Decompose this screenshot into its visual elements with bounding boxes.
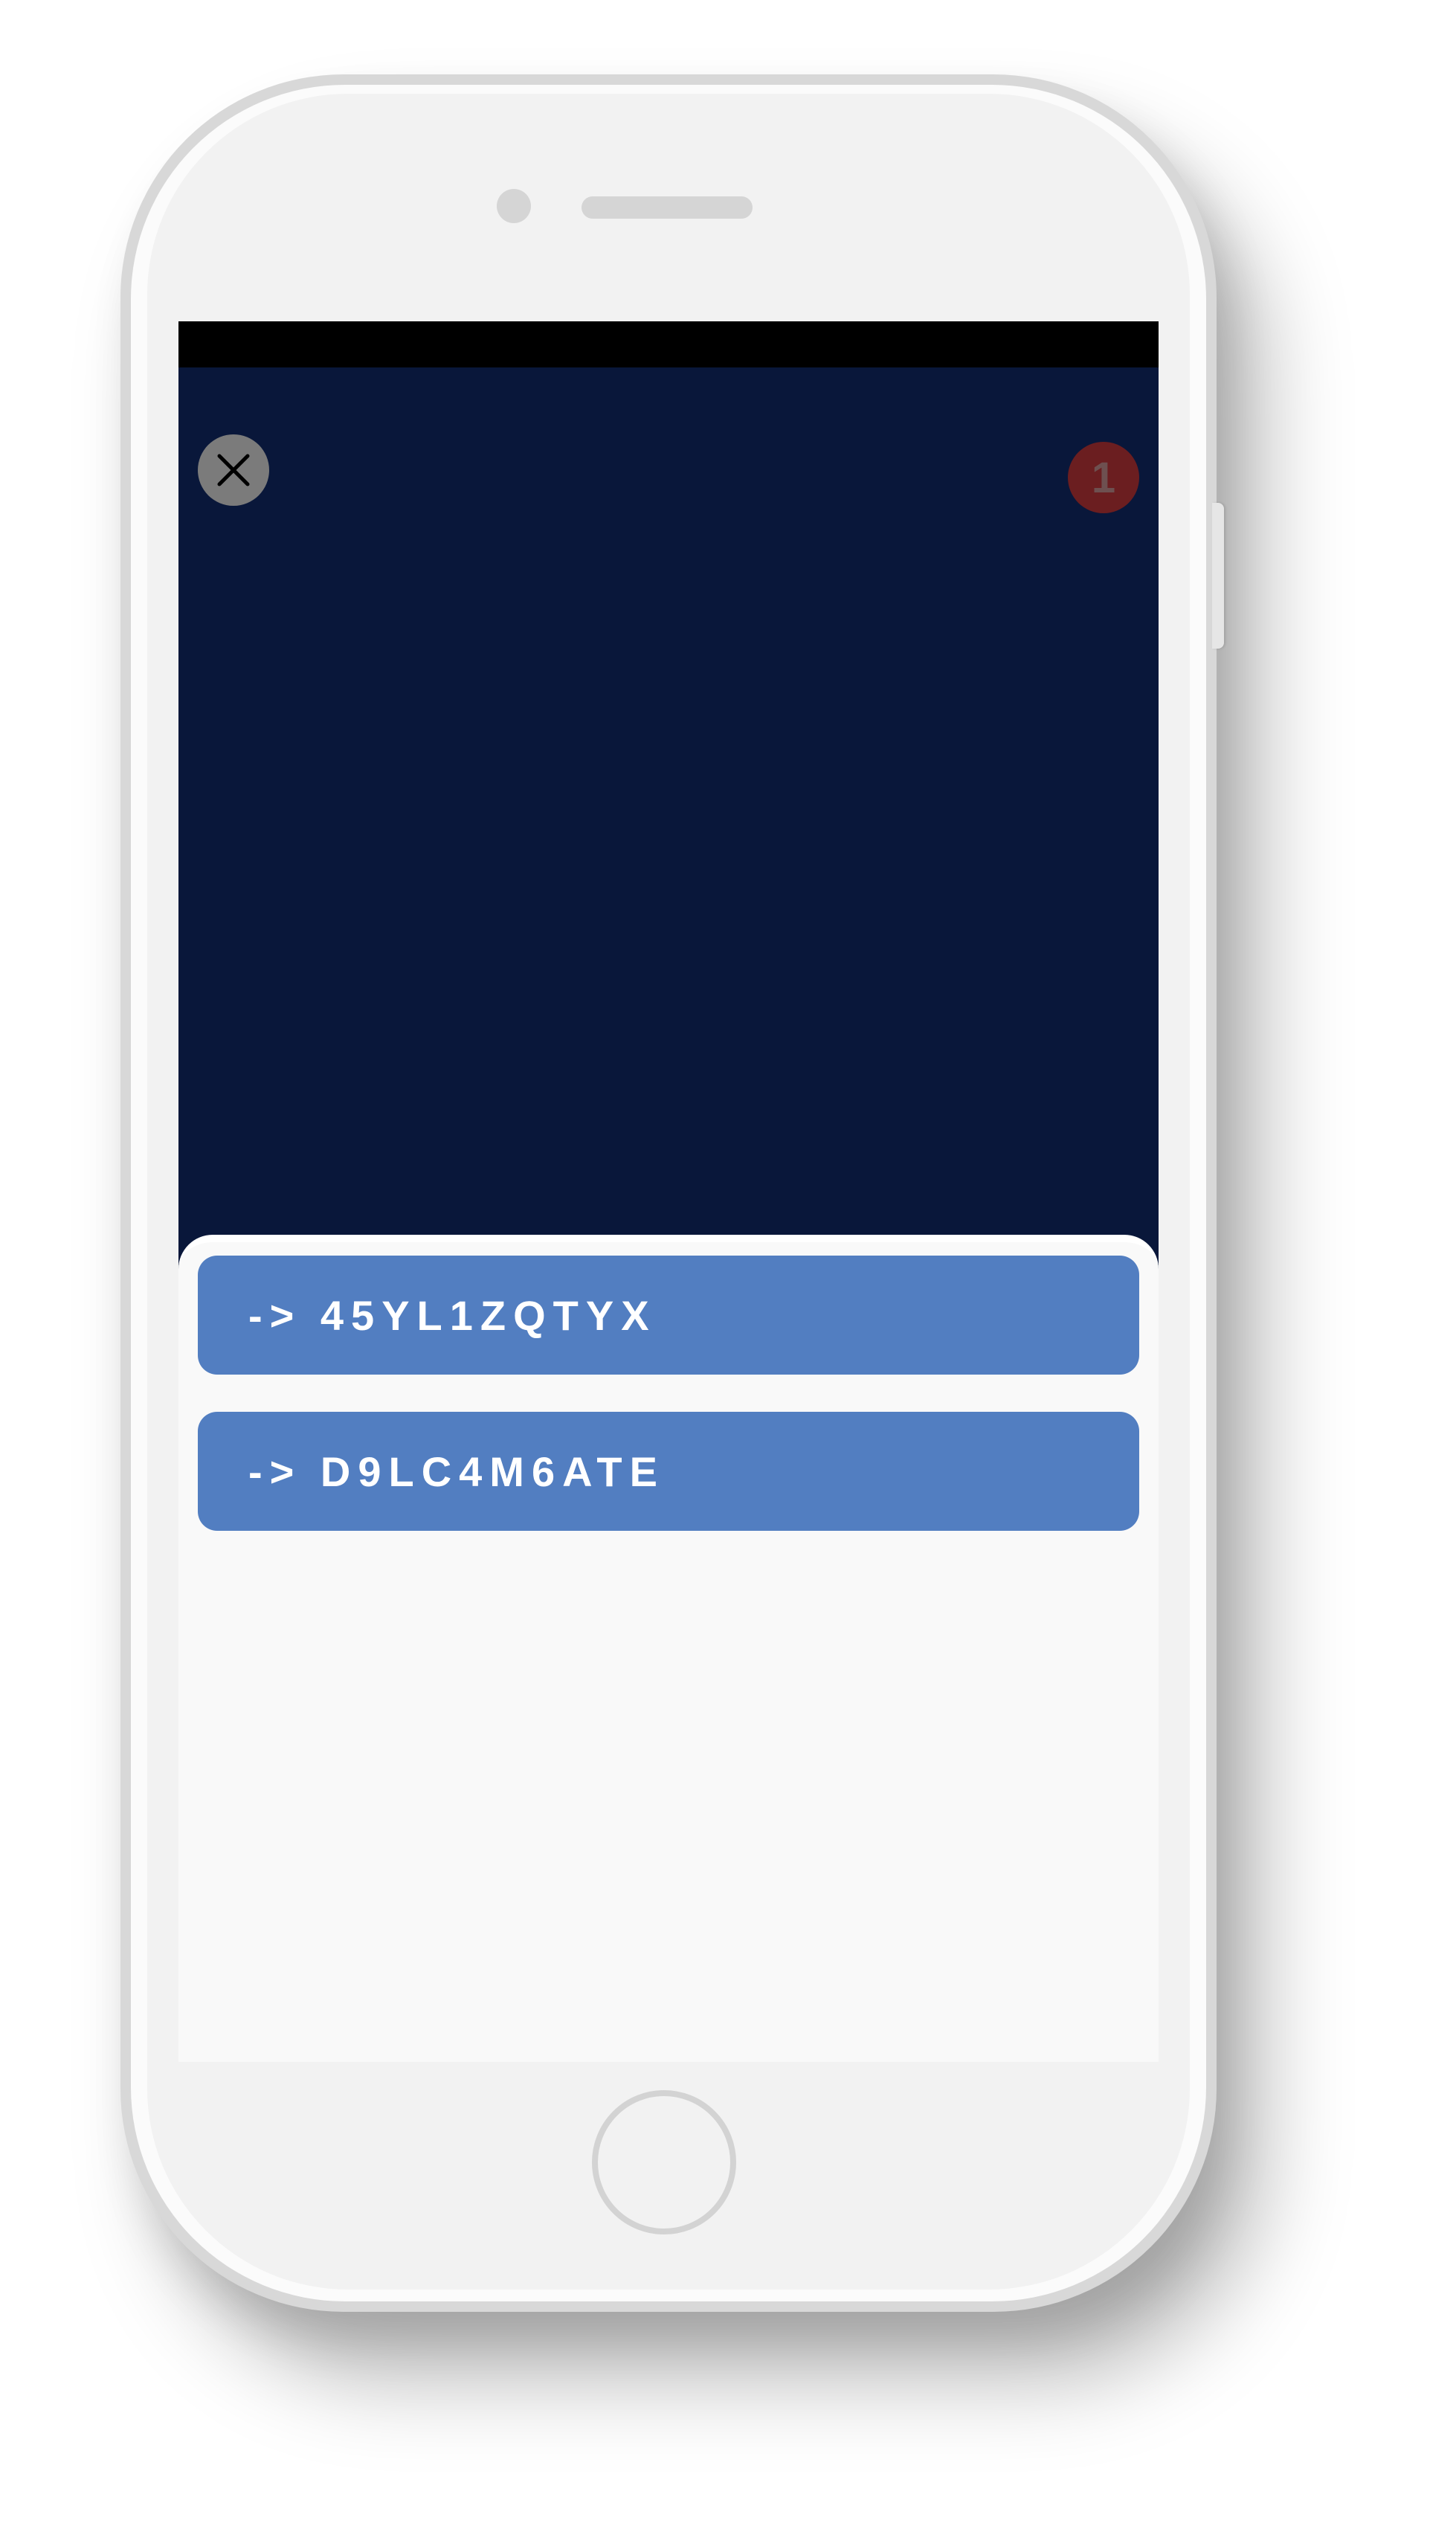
front-camera <box>497 189 531 223</box>
speaker-grille <box>582 196 753 219</box>
device-mockup: 1 -> 45YL1ZQTYX -> D9LC4M6ATE <box>0 0 1456 2532</box>
home-button[interactable] <box>592 2090 736 2234</box>
code-button-45yl1zqtyx[interactable]: -> 45YL1ZQTYX <box>198 1256 1139 1375</box>
app-screen: 1 -> 45YL1ZQTYX -> D9LC4M6ATE <box>178 321 1159 2062</box>
side-button <box>1212 503 1224 649</box>
counter-badge: 1 <box>1068 442 1139 513</box>
close-button[interactable] <box>198 434 269 506</box>
close-icon <box>217 454 250 486</box>
code-button-d9lc4m6ate[interactable]: -> D9LC4M6ATE <box>198 1412 1139 1531</box>
status-bar <box>178 321 1159 367</box>
redeem-codes-sheet: -> 45YL1ZQTYX -> D9LC4M6ATE <box>178 1235 1159 2062</box>
